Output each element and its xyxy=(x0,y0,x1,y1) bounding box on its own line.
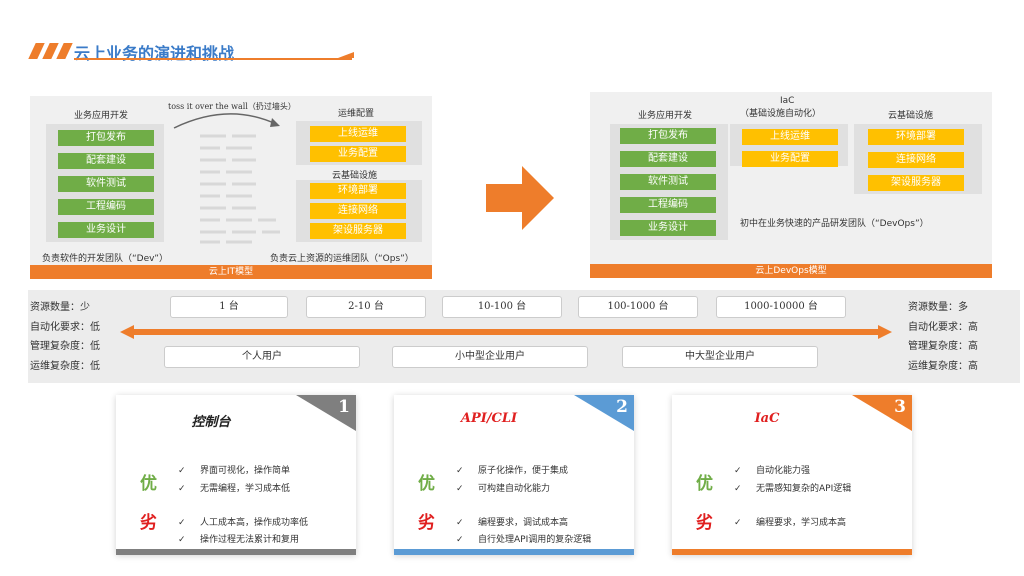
it-dev-item-2: 软件测试 xyxy=(58,176,154,192)
card-api-cli-title: API/CLI xyxy=(460,411,518,426)
it-infra-item-0: 环境部署 xyxy=(310,183,406,199)
devops-model-label: 云上DevOps模型 xyxy=(590,264,992,278)
right-label-1: 自动化要求：高 xyxy=(908,321,978,333)
card-api-cli-con-0: 编程要求，调试成本高 xyxy=(456,515,568,528)
card-api-cli-bottom-bar xyxy=(394,549,634,555)
it-model-label: 云上IT模型 xyxy=(30,265,432,279)
it-ops-item-1: 业务配置 xyxy=(310,146,406,162)
card-api-cli-pro-1: 可构建自动化能力 xyxy=(456,481,550,494)
left-label-1: 自动化要求：低 xyxy=(30,321,100,333)
devops-team-note: 初中在业务快速的产品研发团队（“DevOps”） xyxy=(740,219,929,229)
it-ops-item-0: 上线运维 xyxy=(310,126,406,142)
page-title: 云上业务的演进和挑战 xyxy=(74,44,235,63)
card-iac-pro-0: 自动化能力强 xyxy=(734,463,810,476)
devops-infra-item-1: 连接网络 xyxy=(868,152,964,168)
devops-dev-item-4: 业务设计 xyxy=(620,220,716,236)
user-individual: 个人用户 xyxy=(164,346,360,368)
it-dev-team-note: 负责软件的开发团队（“Dev”） xyxy=(42,254,168,264)
devops-dev-item-2: 软件测试 xyxy=(620,174,716,190)
it-dev-item-3: 工程编码 xyxy=(58,199,154,215)
iac-title: IaC xyxy=(780,96,795,106)
card-console-pro-0: 界面可视化，操作简单 xyxy=(178,463,290,476)
card-console-pro-1: 无需编程，学习成本低 xyxy=(178,481,290,494)
card-console: 控制台 1 优 界面可视化，操作简单 无需编程，学习成本低 劣 人工成本高，操作… xyxy=(116,395,356,555)
scale-strip: 资源数量：少 自动化要求：低 管理复杂度：低 运维复杂度：低 资源数量：多 自动… xyxy=(28,290,1020,383)
devops-infra-item-2: 架设服务器 xyxy=(868,175,964,191)
title-underline xyxy=(74,58,352,60)
user-small-medium: 小中型企业用户 xyxy=(392,346,588,368)
card-api-cli-pro-0: 原子化操作，便于集成 xyxy=(456,463,568,476)
title-underline-tip xyxy=(338,52,354,58)
card-api-cli-con-1: 自行处理API调用的复杂逻辑 xyxy=(456,532,591,545)
it-ops-team-note: 负责云上资源的运维团队（“Ops”） xyxy=(270,254,414,264)
it-infra-item-1: 连接网络 xyxy=(310,203,406,219)
card-api-cli-pro-label: 优 xyxy=(418,474,435,494)
it-col1-title: 业务应用开发 xyxy=(74,111,129,121)
card-console-bottom-bar xyxy=(116,549,356,555)
header-accent-3 xyxy=(56,43,73,59)
card-iac-bottom-bar xyxy=(672,549,912,555)
card-iac-title: IaC xyxy=(754,411,780,426)
devops-infra-item-0: 环境部署 xyxy=(868,129,964,145)
it-dev-item-1: 配套建设 xyxy=(58,153,154,169)
it-dev-item-4: 业务设计 xyxy=(58,222,154,238)
card-iac-number: 3 xyxy=(894,397,906,417)
count-10-100: 10-100 台 xyxy=(442,296,562,318)
card-api-cli: API/CLI 2 优 原子化操作，便于集成 可构建自动化能力 劣 编程要求，调… xyxy=(394,395,634,555)
card-api-cli-con-label: 劣 xyxy=(418,513,435,533)
devops-infra-title: 云基础设施 xyxy=(888,111,934,121)
card-iac-con-0: 编程要求，学习成本高 xyxy=(734,515,846,528)
card-iac-pro-1: 无需感知复杂的API逻辑 xyxy=(734,481,851,494)
card-console-con-1: 操作过程无法累计和复用 xyxy=(178,532,299,545)
scale-left-labels: 资源数量：少 自动化要求：低 管理复杂度：低 运维复杂度：低 xyxy=(30,298,100,376)
devops-dev-item-3: 工程编码 xyxy=(620,197,716,213)
card-console-con-0: 人工成本高，操作成功率低 xyxy=(178,515,308,528)
card-iac-pro-label: 优 xyxy=(696,474,713,494)
it-ops-title: 运维配置 xyxy=(338,109,375,119)
transition-arrow-icon xyxy=(486,166,554,230)
card-console-con-label: 劣 xyxy=(140,513,157,533)
iac-item-0: 上线运维 xyxy=(742,129,838,145)
card-console-number: 1 xyxy=(338,397,350,417)
devops-col1-title: 业务应用开发 xyxy=(638,111,693,121)
user-medium-large: 中大型企业用户 xyxy=(622,346,818,368)
card-iac: IaC 3 优 自动化能力强 无需感知复杂的API逻辑 劣 编程要求，学习成本高 xyxy=(672,395,912,555)
left-label-0: 资源数量：少 xyxy=(30,302,90,313)
count-1: 1 台 xyxy=(170,296,288,318)
left-label-2: 管理复杂度：低 xyxy=(30,341,100,352)
devops-dev-item-0: 打包发布 xyxy=(620,128,716,144)
brick-wall-icon xyxy=(200,134,280,244)
count-1000-10000: 1000-10000 台 xyxy=(716,296,846,318)
iac-subtitle: （基础设施自动化） xyxy=(740,109,822,119)
left-label-3: 运维复杂度：低 xyxy=(30,360,100,372)
card-console-title: 控制台 xyxy=(191,415,231,430)
count-100-1000: 100-1000 台 xyxy=(578,296,698,318)
double-arrow-icon xyxy=(120,325,892,339)
it-dev-item-0: 打包发布 xyxy=(58,130,154,146)
devops-model-panel: 业务应用开发 打包发布 配套建设 软件测试 工程编码 业务设计 IaC （基础设… xyxy=(590,92,992,264)
right-label-2: 管理复杂度：高 xyxy=(908,341,978,352)
iac-item-1: 业务配置 xyxy=(742,151,838,167)
toss-arrow-icon xyxy=(173,113,280,129)
right-label-0: 资源数量：多 xyxy=(908,302,968,313)
scale-right-labels: 资源数量：多 自动化要求：高 管理复杂度：高 运维复杂度：高 xyxy=(908,298,978,376)
it-model-panel: 业务应用开发 打包发布 配套建设 软件测试 工程编码 业务设计 toss it … xyxy=(30,96,432,266)
it-infra-item-2: 架设服务器 xyxy=(310,223,406,239)
card-iac-con-label: 劣 xyxy=(696,513,713,533)
right-label-3: 运维复杂度：高 xyxy=(908,360,978,372)
devops-dev-item-1: 配套建设 xyxy=(620,151,716,167)
card-console-pro-label: 优 xyxy=(140,474,157,494)
count-2-10: 2-10 台 xyxy=(306,296,426,318)
card-api-cli-number: 2 xyxy=(616,397,628,417)
